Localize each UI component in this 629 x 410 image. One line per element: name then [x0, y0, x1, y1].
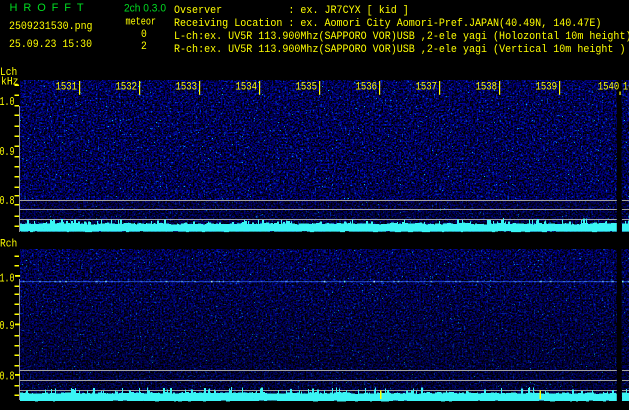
svg-text:0: 0: [141, 29, 147, 41]
svg-text:25.09.23 15:30: 25.09.23 15:30: [9, 39, 92, 51]
svg-text:1536: 1536: [356, 82, 378, 94]
svg-text:Rch: Rch: [0, 238, 17, 250]
svg-text:1540: 1540: [598, 82, 620, 94]
svg-text:HROFFT: HROFFT: [10, 2, 90, 14]
svg-text:1.0: 1.0: [0, 95, 15, 109]
svg-text:1532: 1532: [116, 82, 138, 94]
svg-text:Receiving Location : ex. Aomor: Receiving Location : ex. Aomori City Aom…: [174, 18, 601, 30]
svg-text:1.0: 1.0: [0, 271, 15, 285]
svg-text:0.9: 0.9: [0, 145, 15, 159]
svg-text:0.9: 0.9: [0, 319, 15, 333]
svg-text:meteor: meteor: [126, 16, 157, 28]
svg-text:2509231530.png: 2509231530.png: [9, 21, 93, 33]
svg-text:2ch 0.3.0: 2ch 0.3.0: [124, 3, 166, 15]
svg-text:kHz: kHz: [1, 76, 19, 88]
svg-text:1534: 1534: [236, 82, 258, 94]
svg-text:L-ch:ex. UV5R 113.900Mhz(SAPPO: L-ch:ex. UV5R 113.900Mhz(SAPPORO VOR)USB…: [174, 31, 629, 43]
svg-text:1539: 1539: [536, 82, 558, 94]
svg-text:1531: 1531: [56, 82, 78, 94]
svg-text:1538: 1538: [476, 82, 498, 94]
svg-text:2: 2: [141, 41, 147, 53]
svg-text:0.8: 0.8: [0, 369, 15, 383]
svg-text:R-ch:ex. UV5R 113.900Mhz(SAPPO: R-ch:ex. UV5R 113.900Mhz(SAPPORO VOR)USB…: [174, 44, 626, 56]
svg-text:1533: 1533: [176, 82, 198, 94]
svg-text:Ovserver : ex. JR7CY: Ovserver : ex. JR7CYX [ kid ]: [174, 5, 409, 17]
svg-text:16: 16: [623, 82, 629, 94]
svg-text:0.8: 0.8: [0, 194, 15, 208]
svg-text:1535: 1535: [296, 82, 318, 94]
svg-text:1537: 1537: [416, 82, 438, 94]
